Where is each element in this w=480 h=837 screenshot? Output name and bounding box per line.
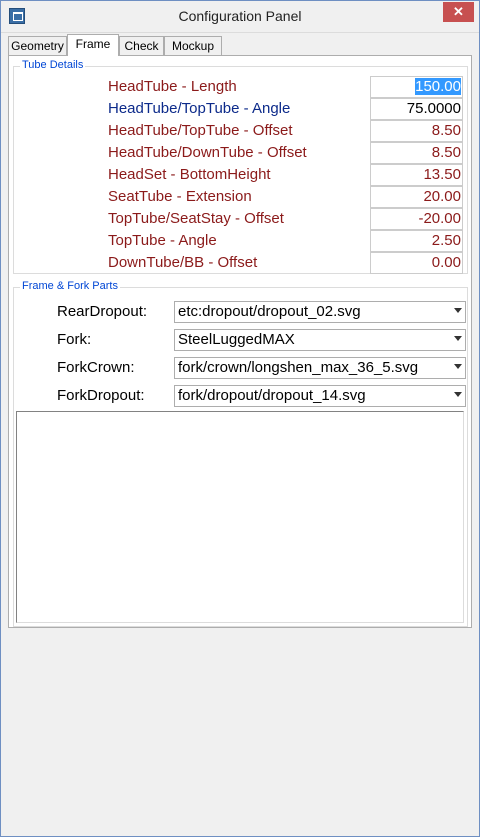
tube-detail-value: 20.00 bbox=[423, 188, 461, 205]
tube-detail-value: 0.00 bbox=[431, 254, 461, 271]
tube-detail-input[interactable]: 75.0000 bbox=[370, 98, 463, 120]
tube-detail-input[interactable]: -20.00 bbox=[370, 208, 463, 230]
tube-detail-input[interactable]: 8.50 bbox=[370, 120, 463, 142]
chevron-down-icon[interactable] bbox=[454, 308, 462, 313]
part-row-fork-crown: ForkCrown: fork/crown/longshen_max_36_5.… bbox=[1, 357, 479, 379]
tube-detail-row: TopTube - Angle 2.50 bbox=[1, 230, 479, 252]
fork-dropout-value: fork/dropout/dropout_14.svg bbox=[178, 387, 366, 404]
part-row-fork: Fork: SteelLuggedMAX bbox=[1, 329, 479, 351]
tube-detail-value: 13.50 bbox=[423, 166, 461, 183]
tube-detail-value: 8.50 bbox=[431, 122, 461, 139]
tube-detail-input[interactable]: 13.50 bbox=[370, 164, 463, 186]
tube-detail-row: TopTube/SeatStay - Offset -20.00 bbox=[1, 208, 479, 230]
tube-detail-label: HeadSet - BottomHeight bbox=[108, 166, 271, 183]
tube-detail-row: DownTube/BB - Offset 0.00 bbox=[1, 252, 479, 274]
fork-value: SteelLuggedMAX bbox=[178, 331, 295, 348]
tube-detail-value: -20.00 bbox=[418, 210, 461, 227]
fork-crown-value: fork/crown/longshen_max_36_5.svg bbox=[178, 359, 419, 376]
tube-details-title: Tube Details bbox=[20, 59, 86, 71]
tube-detail-label: HeadTube/TopTube - Offset bbox=[108, 122, 293, 139]
fork-label: Fork: bbox=[57, 331, 92, 348]
fork-crown-select[interactable]: fork/crown/longshen_max_36_5.svg bbox=[174, 357, 466, 379]
tube-detail-value: 75.0000 bbox=[406, 100, 461, 117]
fork-dropout-select[interactable]: fork/dropout/dropout_14.svg bbox=[174, 385, 466, 407]
tube-detail-row: HeadTube/DownTube - Offset 8.50 bbox=[1, 142, 479, 164]
tube-detail-row: HeadTube - Length 150.00 bbox=[1, 76, 479, 98]
configuration-window: Configuration Panel ✕ Geometry Frame Che… bbox=[0, 0, 480, 837]
tube-detail-input[interactable]: 0.00 bbox=[370, 252, 463, 274]
tube-detail-row: HeadTube/TopTube - Offset 8.50 bbox=[1, 120, 479, 142]
fork-select[interactable]: SteelLuggedMAX bbox=[174, 329, 466, 351]
part-preview-canvas[interactable] bbox=[16, 411, 464, 623]
tab-mockup[interactable]: Mockup bbox=[164, 36, 222, 55]
tube-detail-label: TopTube/SeatStay - Offset bbox=[108, 210, 284, 227]
tab-check[interactable]: Check bbox=[119, 36, 164, 55]
rear-dropout-label: RearDropout: bbox=[57, 303, 148, 320]
chevron-down-icon[interactable] bbox=[454, 392, 462, 397]
tab-frame[interactable]: Frame bbox=[67, 34, 119, 56]
tube-detail-value: 8.50 bbox=[431, 144, 461, 161]
tab-geometry[interactable]: Geometry bbox=[8, 36, 67, 55]
tube-detail-label: HeadTube - Length bbox=[108, 78, 237, 95]
frame-fork-parts-title: Frame & Fork Parts bbox=[20, 280, 120, 292]
title-bar[interactable]: Configuration Panel ✕ bbox=[1, 1, 479, 33]
tube-detail-input[interactable]: 20.00 bbox=[370, 186, 463, 208]
tube-detail-label: HeadTube/DownTube - Offset bbox=[108, 144, 307, 161]
tube-detail-label: HeadTube/TopTube - Angle bbox=[108, 100, 291, 117]
tube-detail-row: HeadSet - BottomHeight 13.50 bbox=[1, 164, 479, 186]
chevron-down-icon[interactable] bbox=[454, 364, 462, 369]
tube-detail-input[interactable]: 150.00 bbox=[370, 76, 463, 98]
part-row-rear-dropout: RearDropout: etc:dropout/dropout_02.svg bbox=[1, 301, 479, 323]
tube-detail-row: SeatTube - Extension 20.00 bbox=[1, 186, 479, 208]
fork-dropout-label: ForkDropout: bbox=[57, 387, 145, 404]
close-button[interactable]: ✕ bbox=[443, 2, 474, 22]
rear-dropout-select[interactable]: etc:dropout/dropout_02.svg bbox=[174, 301, 466, 323]
tube-detail-row: HeadTube/TopTube - Angle 75.0000 bbox=[1, 98, 479, 120]
part-row-fork-dropout: ForkDropout: fork/dropout/dropout_14.svg bbox=[1, 385, 479, 407]
rear-dropout-value: etc:dropout/dropout_02.svg bbox=[178, 303, 361, 320]
window-title: Configuration Panel bbox=[178, 8, 302, 24]
chevron-down-icon[interactable] bbox=[454, 336, 462, 341]
tube-detail-input[interactable]: 2.50 bbox=[370, 230, 463, 252]
tube-detail-label: TopTube - Angle bbox=[108, 232, 217, 249]
tube-detail-label: DownTube/BB - Offset bbox=[108, 254, 258, 271]
fork-crown-label: ForkCrown: bbox=[57, 359, 135, 376]
tube-detail-label: SeatTube - Extension bbox=[108, 188, 252, 205]
tube-detail-value: 2.50 bbox=[431, 232, 461, 249]
tube-detail-value: 150.00 bbox=[415, 78, 461, 95]
tube-detail-input[interactable]: 8.50 bbox=[370, 142, 463, 164]
